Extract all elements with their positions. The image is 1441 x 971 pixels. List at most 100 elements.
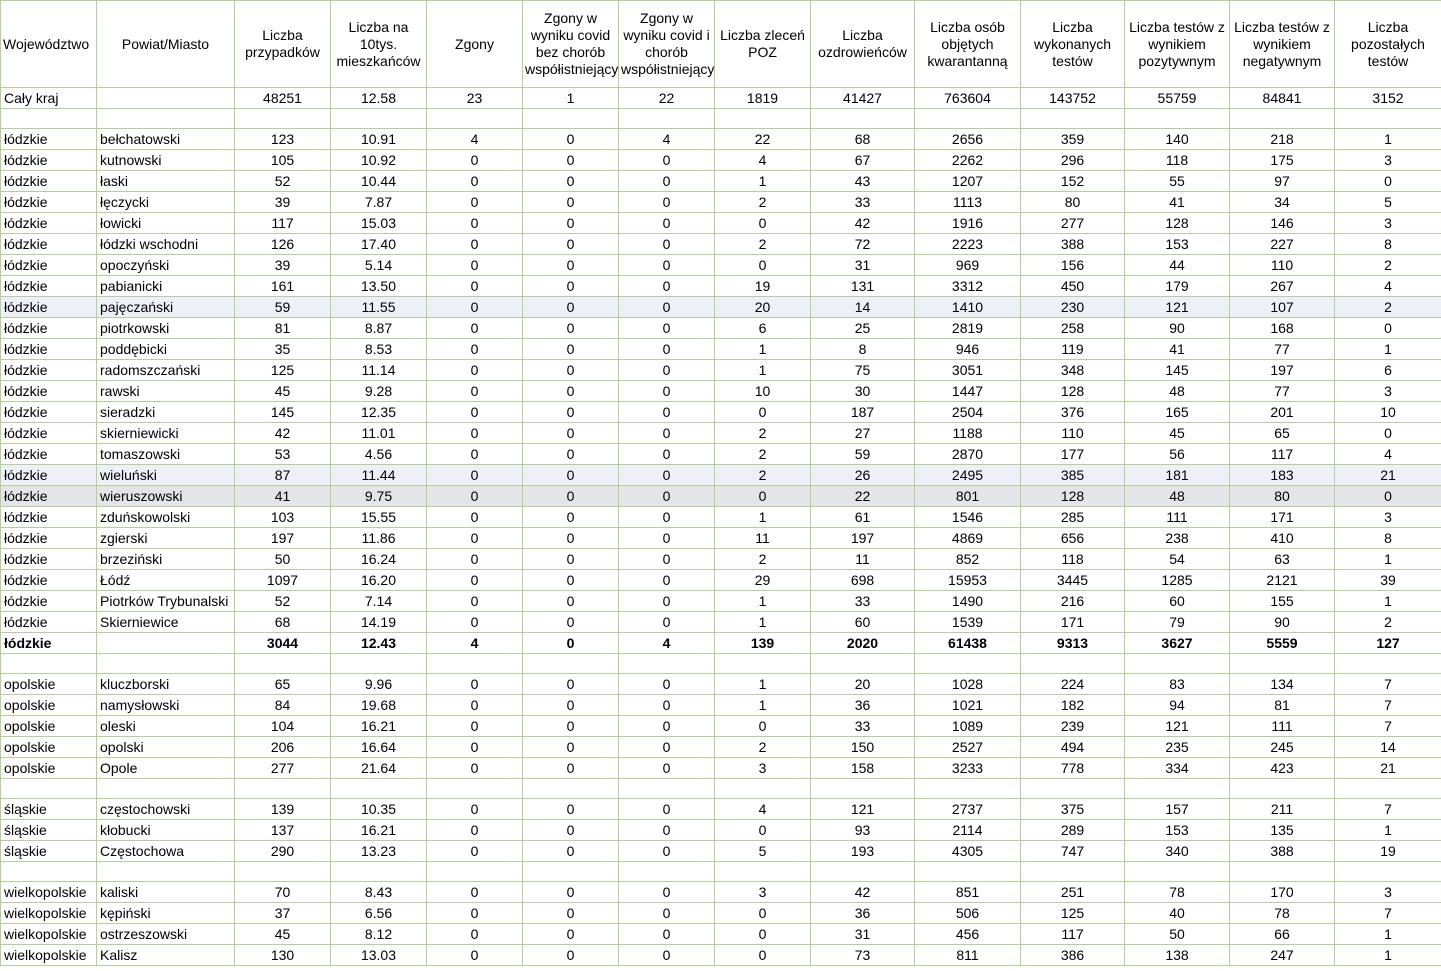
cell-pozostale-testy[interactable]: 7 <box>1334 694 1441 716</box>
cell-kwarantanna[interactable]: 1028 <box>914 673 1021 695</box>
cell-testy-pozytywne[interactable]: 48 <box>1124 380 1230 402</box>
cell-powiat-miasto[interactable]: zduńskowolski <box>96 506 235 528</box>
column-header-powiat-miasto[interactable]: Powiat/Miasto <box>96 0 235 88</box>
cell-liczba-przypadkow[interactable]: 87 <box>234 464 331 486</box>
cell-liczba-przypadkow[interactable]: 68 <box>234 611 331 633</box>
cell-zgony-z-chorobami[interactable]: 0 <box>618 611 715 633</box>
cell-testy-pozytywne[interactable]: 138 <box>1124 944 1230 966</box>
cell-zgony-bez-chorob[interactable]: 0 <box>522 694 619 716</box>
cell-zgony[interactable]: 4 <box>426 632 523 654</box>
cell-liczba-przypadkow[interactable]: 126 <box>234 233 331 255</box>
cell-wojewodztwo[interactable]: łódzkie <box>0 485 97 507</box>
cell-powiat-miasto[interactable] <box>96 632 235 654</box>
cell-zlecenia-poz[interactable]: 0 <box>714 902 811 924</box>
cell-wojewodztwo[interactable]: łódzkie <box>0 443 97 465</box>
empty-cell[interactable] <box>330 653 427 674</box>
cell-testy-pozytywne[interactable]: 90 <box>1124 317 1230 339</box>
cell-zgony-bez-chorob[interactable]: 0 <box>522 923 619 945</box>
cell-zgony-z-chorobami[interactable]: 0 <box>618 569 715 591</box>
cell-zgony[interactable]: 0 <box>426 254 523 276</box>
cell-powiat-miasto[interactable]: opoczyński <box>96 254 235 276</box>
cell-zlecenia-poz[interactable]: 1 <box>714 359 811 381</box>
cell-liczba-przypadkow[interactable]: 48251 <box>234 87 331 109</box>
empty-cell[interactable] <box>96 108 235 129</box>
cell-kwarantanna[interactable]: 2870 <box>914 443 1021 465</box>
cell-kwarantanna[interactable]: 1539 <box>914 611 1021 633</box>
cell-liczba-przypadkow[interactable]: 65 <box>234 673 331 695</box>
cell-pozostale-testy[interactable]: 39 <box>1334 569 1441 591</box>
cell-zgony-bez-chorob[interactable]: 0 <box>522 736 619 758</box>
cell-kwarantanna[interactable]: 2737 <box>914 798 1021 820</box>
cell-zlecenia-poz[interactable]: 1 <box>714 506 811 528</box>
cell-zgony-bez-chorob[interactable]: 0 <box>522 548 619 570</box>
cell-liczba-przypadkow[interactable]: 277 <box>234 757 331 779</box>
cell-zgony-bez-chorob[interactable]: 0 <box>522 359 619 381</box>
cell-zlecenia-poz[interactable]: 1 <box>714 590 811 612</box>
cell-zgony-z-chorobami[interactable]: 0 <box>618 464 715 486</box>
empty-cell[interactable] <box>810 778 915 799</box>
cell-powiat-miasto[interactable]: radomszczański <box>96 359 235 381</box>
cell-wykonane-testy[interactable]: 3445 <box>1020 569 1125 591</box>
cell-ozdrowiency[interactable]: 14 <box>810 296 915 318</box>
cell-zgony[interactable]: 0 <box>426 401 523 423</box>
cell-pozostale-testy[interactable]: 0 <box>1334 317 1441 339</box>
cell-ozdrowiency[interactable]: 131 <box>810 275 915 297</box>
cell-ozdrowiency[interactable]: 11 <box>810 548 915 570</box>
cell-powiat-miasto[interactable]: kaliski <box>96 881 235 903</box>
cell-zgony-z-chorobami[interactable]: 0 <box>618 422 715 444</box>
cell-testy-negatywne[interactable]: 135 <box>1229 819 1335 841</box>
cell-testy-negatywne[interactable]: 423 <box>1229 757 1335 779</box>
empty-cell[interactable] <box>1020 861 1125 882</box>
cell-zlecenia-poz[interactable]: 11 <box>714 527 811 549</box>
cell-ozdrowiency[interactable]: 36 <box>810 694 915 716</box>
cell-liczba-na-10tys[interactable]: 15.55 <box>330 506 427 528</box>
cell-liczba-przypadkow[interactable]: 123 <box>234 128 331 150</box>
cell-pozostale-testy[interactable]: 21 <box>1334 757 1441 779</box>
cell-powiat-miasto[interactable]: łowicki <box>96 212 235 234</box>
cell-zlecenia-poz[interactable]: 0 <box>714 715 811 737</box>
cell-powiat-miasto[interactable]: kępiński <box>96 902 235 924</box>
cell-kwarantanna[interactable]: 2656 <box>914 128 1021 150</box>
cell-liczba-na-10tys[interactable]: 14.19 <box>330 611 427 633</box>
cell-liczba-przypadkow[interactable]: 197 <box>234 527 331 549</box>
cell-zgony[interactable]: 0 <box>426 944 523 966</box>
cell-wykonane-testy[interactable]: 128 <box>1020 485 1125 507</box>
cell-kwarantanna[interactable]: 1113 <box>914 191 1021 213</box>
cell-zgony[interactable]: 0 <box>426 881 523 903</box>
cell-pozostale-testy[interactable]: 1 <box>1334 338 1441 360</box>
cell-wykonane-testy[interactable]: 143752 <box>1020 87 1125 109</box>
cell-pozostale-testy[interactable]: 2 <box>1334 611 1441 633</box>
cell-kwarantanna[interactable]: 1021 <box>914 694 1021 716</box>
cell-powiat-miasto[interactable]: brzeziński <box>96 548 235 570</box>
cell-liczba-przypadkow[interactable]: 161 <box>234 275 331 297</box>
empty-cell[interactable] <box>810 108 915 129</box>
empty-cell[interactable] <box>618 861 715 882</box>
cell-zgony-bez-chorob[interactable]: 0 <box>522 757 619 779</box>
cell-wykonane-testy[interactable]: 348 <box>1020 359 1125 381</box>
cell-wojewodztwo[interactable]: śląskie <box>0 819 97 841</box>
cell-zgony-bez-chorob[interactable]: 0 <box>522 798 619 820</box>
cell-kwarantanna[interactable]: 4869 <box>914 527 1021 549</box>
cell-liczba-przypadkow[interactable]: 45 <box>234 380 331 402</box>
cell-kwarantanna[interactable]: 1546 <box>914 506 1021 528</box>
cell-ozdrowiency[interactable]: 27 <box>810 422 915 444</box>
cell-zlecenia-poz[interactable]: 1 <box>714 611 811 633</box>
cell-liczba-na-10tys[interactable]: 10.44 <box>330 170 427 192</box>
cell-pozostale-testy[interactable]: 1 <box>1334 944 1441 966</box>
cell-wykonane-testy[interactable]: 388 <box>1020 233 1125 255</box>
cell-liczba-na-10tys[interactable]: 8.53 <box>330 338 427 360</box>
cell-liczba-na-10tys[interactable]: 8.12 <box>330 923 427 945</box>
cell-zgony[interactable]: 0 <box>426 170 523 192</box>
cell-liczba-na-10tys[interactable]: 10.91 <box>330 128 427 150</box>
cell-zlecenia-poz[interactable]: 4 <box>714 149 811 171</box>
cell-wojewodztwo[interactable]: opolskie <box>0 757 97 779</box>
empty-cell[interactable] <box>522 861 619 882</box>
cell-zgony[interactable]: 0 <box>426 380 523 402</box>
cell-testy-pozytywne[interactable]: 238 <box>1124 527 1230 549</box>
cell-ozdrowiency[interactable]: 41427 <box>810 87 915 109</box>
cell-liczba-przypadkow[interactable]: 81 <box>234 317 331 339</box>
empty-cell[interactable] <box>522 108 619 129</box>
cell-kwarantanna[interactable]: 811 <box>914 944 1021 966</box>
cell-wykonane-testy[interactable]: 251 <box>1020 881 1125 903</box>
cell-zlecenia-poz[interactable]: 20 <box>714 296 811 318</box>
